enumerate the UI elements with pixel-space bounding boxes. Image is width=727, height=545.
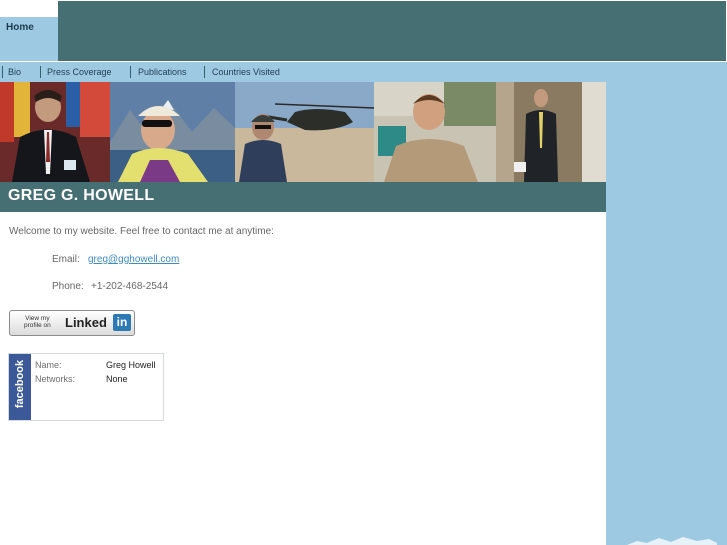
nav-separator bbox=[40, 66, 41, 78]
facebook-logo-bar: facebook bbox=[9, 354, 31, 420]
welcome-text: Welcome to my website. Feel free to cont… bbox=[9, 226, 274, 237]
facebook-name-label: Name: bbox=[35, 360, 62, 370]
sub-navigation: Bio Press Coverage Publications Countrie… bbox=[0, 61, 727, 83]
photo-banner bbox=[0, 82, 606, 182]
photo-podium-speaker bbox=[0, 82, 110, 182]
phone-value: +1-202-468-2544 bbox=[91, 281, 169, 292]
nav-separator bbox=[130, 66, 131, 78]
name-banner: GREG G. HOWELL bbox=[0, 182, 606, 212]
sidebar-decoration bbox=[627, 537, 717, 545]
top-strip bbox=[0, 0, 58, 17]
linkedin-profile-badge[interactable]: View my profile on Linked in bbox=[9, 310, 135, 336]
linkedin-in-icon: in bbox=[113, 314, 131, 331]
photo-outdoor-portrait bbox=[374, 82, 496, 182]
email-label: Email: bbox=[52, 254, 80, 265]
linkedin-caption: View my profile on bbox=[24, 315, 51, 329]
facebook-networks-value: None bbox=[106, 374, 128, 384]
phone-label: Phone: bbox=[52, 281, 84, 292]
right-sidebar bbox=[606, 82, 727, 545]
nav-item-press-coverage[interactable]: Press Coverage bbox=[47, 67, 112, 77]
linkedin-wordmark: Linked bbox=[65, 315, 107, 330]
linkedin-caption-line1: View my bbox=[25, 315, 50, 322]
nav-separator bbox=[2, 66, 3, 78]
email-link[interactable]: greg@gghowell.com bbox=[88, 254, 179, 265]
page-title: GREG G. HOWELL bbox=[8, 187, 155, 204]
photo-presentation bbox=[496, 82, 606, 182]
nav-item-bio[interactable]: Bio bbox=[8, 67, 21, 77]
nav-item-publications[interactable]: Publications bbox=[138, 67, 187, 77]
photo-helicopter-field bbox=[235, 82, 374, 182]
linkedin-caption-line2: profile on bbox=[24, 322, 51, 329]
home-link[interactable]: Home bbox=[6, 22, 34, 33]
nav-item-countries-visited[interactable]: Countries Visited bbox=[212, 67, 280, 77]
facebook-wordmark: facebook bbox=[14, 359, 26, 409]
facebook-name-value: Greg Howell bbox=[106, 360, 156, 370]
facebook-networks-label: Networks: bbox=[35, 374, 76, 384]
photo-mountain-lake bbox=[110, 82, 235, 182]
facebook-profile-badge[interactable]: facebook Name: Greg Howell Networks: Non… bbox=[8, 353, 164, 421]
header-bar bbox=[58, 1, 726, 61]
nav-separator bbox=[204, 66, 205, 78]
